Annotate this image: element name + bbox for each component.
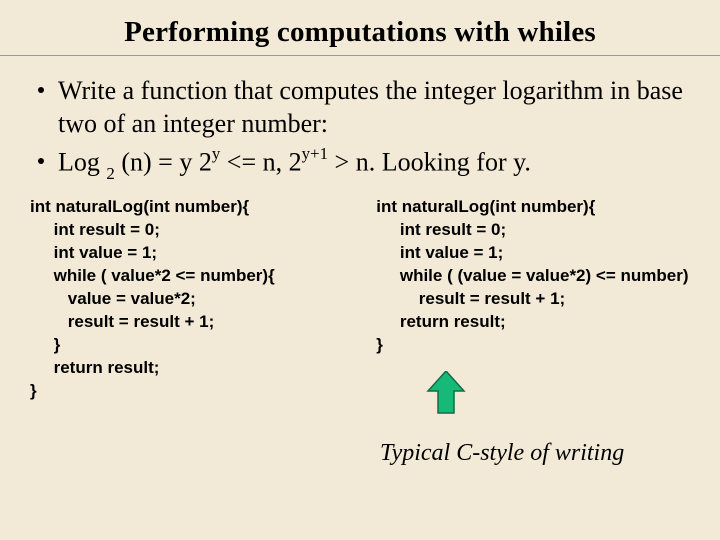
bullet-text-1: Write a function that computes the integ… (58, 74, 690, 141)
bullet-item-1: Write a function that computes the integ… (38, 74, 690, 141)
code-block-right: int naturalLog(int number){ int result =… (376, 196, 700, 357)
code-right-column: int naturalLog(int number){ int result =… (376, 196, 700, 402)
slide: Performing computations with whiles Writ… (0, 0, 720, 540)
code-columns: int naturalLog(int number){ int result =… (30, 196, 700, 402)
t: (n) = y 2 (115, 147, 212, 176)
sup: y (212, 144, 220, 163)
bullet-text-2: Log 2 (n) = y 2y <= n, 2y+1 > n. Looking… (58, 145, 531, 182)
bullet-dot (38, 87, 44, 93)
bullet-list: Write a function that computes the integ… (38, 74, 690, 182)
bullet-dot (38, 158, 44, 164)
code-left-column: int naturalLog(int number){ int result =… (30, 196, 360, 402)
t: Log (58, 147, 106, 176)
sup: y+1 (302, 144, 328, 163)
bullet-item-2: Log 2 (n) = y 2y <= n, 2y+1 > n. Looking… (38, 145, 690, 182)
up-arrow-icon (426, 371, 466, 415)
code-block-left: int naturalLog(int number){ int result =… (30, 196, 360, 402)
caption-text: Typical C-style of writing (380, 440, 624, 467)
arrow-shape (428, 371, 464, 413)
sub: 2 (106, 164, 114, 183)
t: > n. Looking for y. (328, 147, 531, 176)
slide-title: Performing computations with whiles (0, 0, 720, 56)
t: <= n, 2 (220, 147, 301, 176)
